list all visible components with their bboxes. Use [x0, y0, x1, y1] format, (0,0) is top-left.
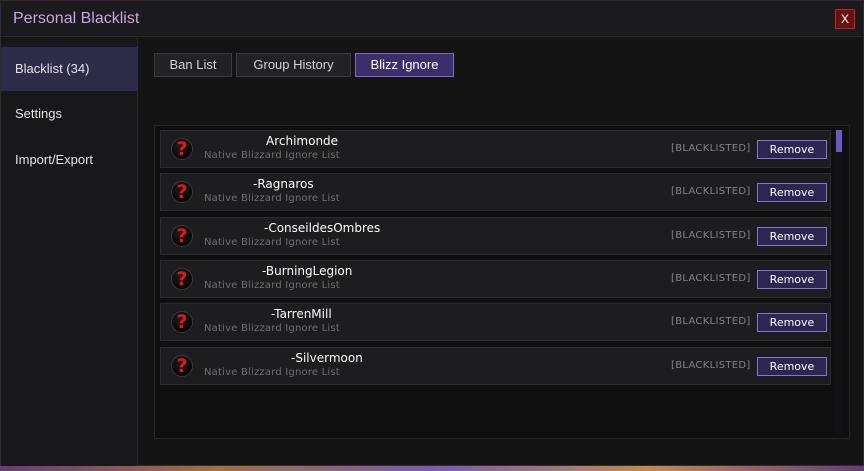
- question-mark-icon: ?: [171, 225, 193, 247]
- list-item: ? -TarrenMill Native Blizzard Ignore Lis…: [160, 303, 831, 341]
- entry-status: [BLACKLISTED]: [671, 186, 751, 197]
- list-item: ? -Ragnaros Native Blizzard Ignore List …: [160, 173, 831, 211]
- question-mark-icon: ?: [171, 138, 193, 160]
- sidebar-item-settings[interactable]: Settings: [1, 92, 138, 136]
- entry-status: [BLACKLISTED]: [671, 316, 751, 327]
- tab-group-history[interactable]: Group History: [236, 53, 351, 77]
- entry-name: Archimonde: [266, 134, 339, 148]
- entry-status: [BLACKLISTED]: [671, 230, 751, 241]
- blacklist-window: Personal Blacklist X Blacklist (34) Sett…: [0, 0, 864, 466]
- window-title: Personal Blacklist: [13, 10, 140, 27]
- remove-button[interactable]: Remove: [757, 140, 827, 159]
- entry-name: -TarrenMill: [271, 307, 332, 321]
- entry-source: Native Blizzard Ignore List: [204, 193, 340, 204]
- sidebar-item-import-export[interactable]: Import/Export: [1, 138, 138, 182]
- entry-source: Native Blizzard Ignore List: [204, 323, 340, 334]
- entry-source: Native Blizzard Ignore List: [204, 150, 340, 161]
- question-mark-icon: ?: [171, 181, 193, 203]
- sidebar-item-blacklist[interactable]: Blacklist (34): [1, 47, 138, 91]
- ignore-list: ? Archimonde Native Blizzard Ignore List…: [154, 125, 850, 439]
- entry-source: Native Blizzard Ignore List: [204, 367, 340, 378]
- remove-button[interactable]: Remove: [757, 227, 827, 246]
- entry-name: -Ragnaros: [253, 177, 314, 191]
- entry-name: -Silvermoon: [291, 351, 363, 365]
- question-mark-icon: ?: [171, 268, 193, 290]
- remove-button[interactable]: Remove: [757, 357, 827, 376]
- sidebar: Blacklist (34) Settings Import/Export: [1, 38, 138, 466]
- tab-blizz-ignore[interactable]: Blizz Ignore: [355, 53, 454, 77]
- close-button[interactable]: X: [835, 9, 855, 29]
- list-item: ? -BurningLegion Native Blizzard Ignore …: [160, 260, 831, 298]
- remove-button[interactable]: Remove: [757, 183, 827, 202]
- entry-name: -ConseildesOmbres: [264, 221, 381, 235]
- entry-source: Native Blizzard Ignore List: [204, 237, 340, 248]
- entry-status: [BLACKLISTED]: [671, 273, 751, 284]
- scrollbar-track[interactable]: [835, 130, 843, 434]
- entry-status: [BLACKLISTED]: [671, 360, 751, 371]
- question-mark-icon: ?: [171, 355, 193, 377]
- remove-button[interactable]: Remove: [757, 270, 827, 289]
- question-mark-icon: ?: [171, 311, 193, 333]
- remove-button[interactable]: Remove: [757, 313, 827, 332]
- list-item: ? Archimonde Native Blizzard Ignore List…: [160, 130, 831, 168]
- title-bar[interactable]: Personal Blacklist X: [1, 1, 863, 37]
- list-item: ? -Silvermoon Native Blizzard Ignore Lis…: [160, 347, 831, 385]
- entry-name: -BurningLegion: [262, 264, 353, 278]
- scrollbar-thumb[interactable]: [836, 130, 842, 152]
- entry-status: [BLACKLISTED]: [671, 143, 751, 154]
- list-item: ? -ConseildesOmbres Native Blizzard Igno…: [160, 217, 831, 255]
- tab-ban-list[interactable]: Ban List: [154, 53, 232, 77]
- entry-source: Native Blizzard Ignore List: [204, 280, 340, 291]
